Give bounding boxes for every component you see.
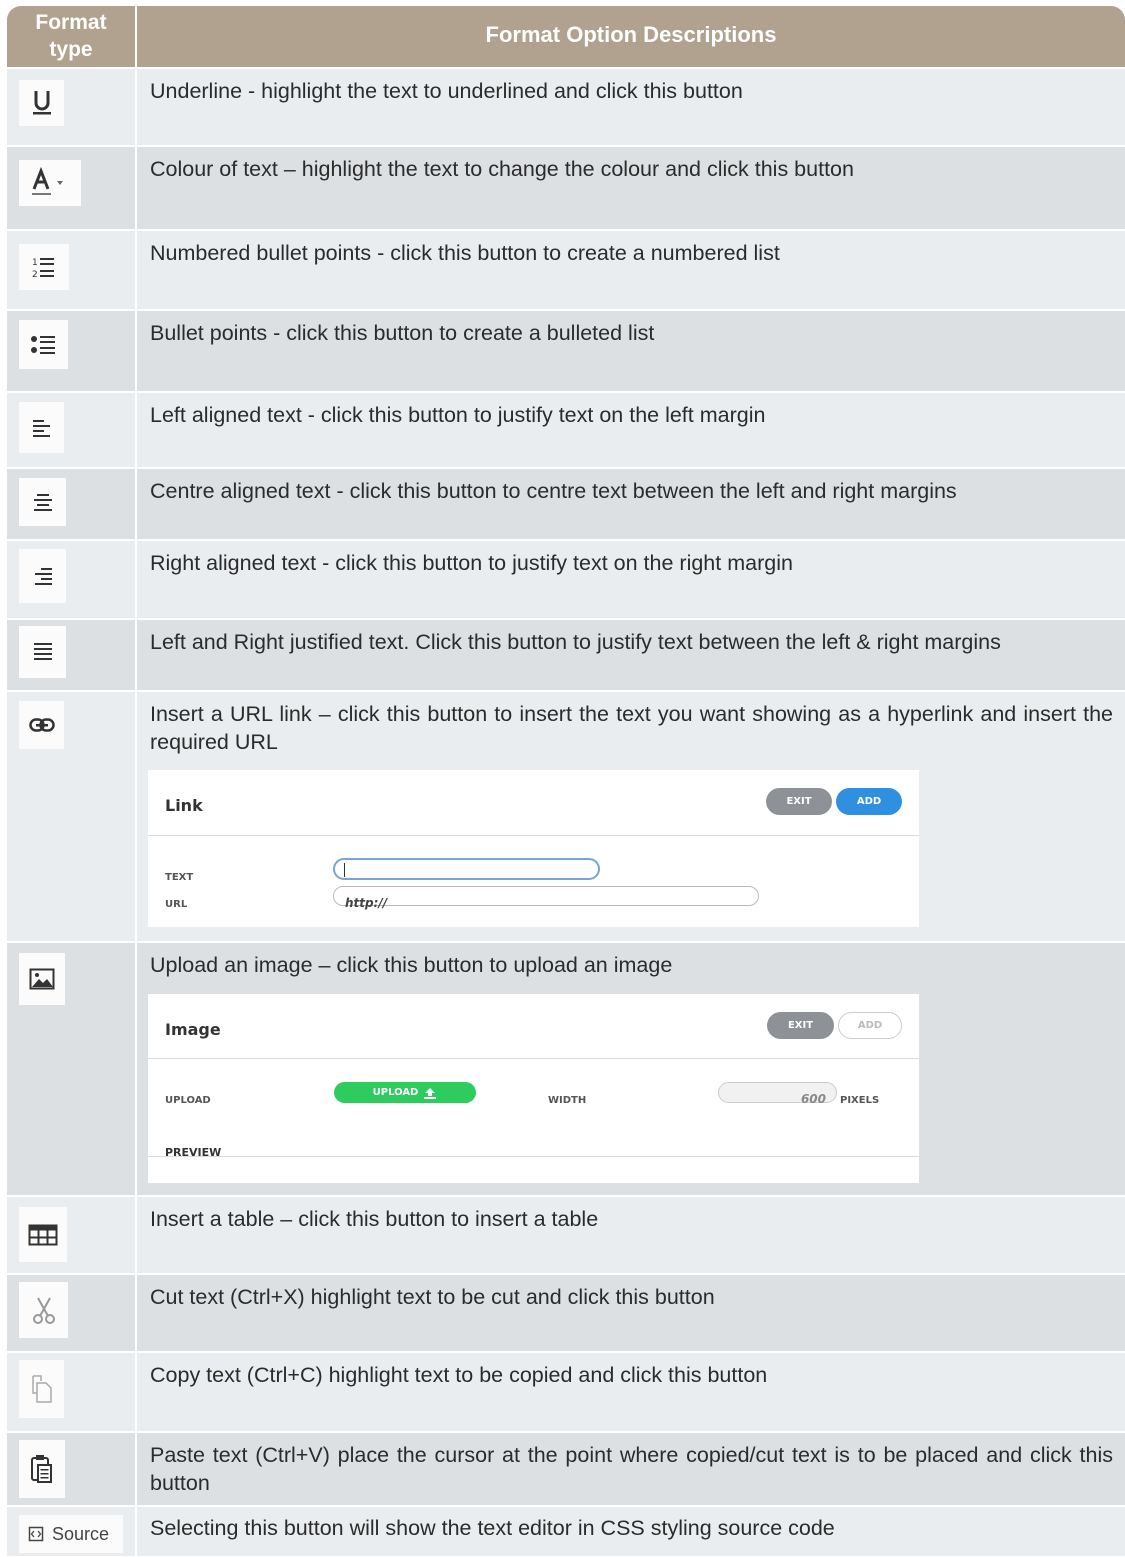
table-row: Colour of text – highlight the text to c… bbox=[7, 145, 1125, 229]
image-width-field[interactable]: 600 bbox=[718, 1082, 837, 1106]
image-dialog: Image EXIT ADD UPLOAD UPLOAD WIDTH 600 P… bbox=[148, 994, 919, 1183]
row-description: Colour of text – highlight the text to c… bbox=[150, 157, 854, 181]
link-url-label: URL bbox=[165, 899, 188, 910]
row-description: Bullet points - click this button to cre… bbox=[150, 321, 655, 345]
table-row: Paste text (Ctrl+V) place the cursor at … bbox=[7, 1431, 1125, 1505]
align-centre-icon[interactable] bbox=[19, 478, 66, 526]
link-url-field[interactable]: http:// bbox=[333, 886, 759, 910]
table-row: Copy text (Ctrl+C) highlight text to be … bbox=[7, 1351, 1125, 1431]
source-button-label: Source bbox=[52, 1523, 110, 1544]
image-width-unit: PIXELS bbox=[840, 1095, 880, 1106]
divider bbox=[148, 835, 919, 836]
table-row: Insert a table – click this button to in… bbox=[7, 1195, 1125, 1273]
row-description: Underline - highlight the text to underl… bbox=[150, 79, 743, 103]
image-upload-label: UPLOAD bbox=[165, 1095, 211, 1106]
copy-icon[interactable] bbox=[19, 1360, 64, 1418]
row-description: Left aligned text - click this button to… bbox=[150, 403, 766, 427]
link-add-button[interactable]: ADD bbox=[836, 788, 902, 815]
row-description: Numbered bullet points - click this butt… bbox=[150, 241, 780, 265]
format-options-table: Format type Format Option Descriptions Un… bbox=[7, 6, 1125, 1556]
row-description: Insert a table – click this button to in… bbox=[150, 1207, 599, 1231]
cut-icon[interactable] bbox=[19, 1282, 68, 1338]
link-exit-button[interactable]: EXIT bbox=[766, 788, 832, 815]
link-text-label: TEXT bbox=[165, 872, 194, 883]
table-row: Underline - highlight the text to underl… bbox=[7, 67, 1125, 145]
image-preview-label: PREVIEW bbox=[165, 1146, 222, 1159]
bulleted-list-icon[interactable] bbox=[19, 320, 68, 369]
row-description: Insert a URL link – click this button to… bbox=[150, 702, 1113, 754]
svg-text:1: 1 bbox=[32, 258, 38, 268]
table-row: Cut text (Ctrl+X) highlight text to be c… bbox=[7, 1273, 1125, 1351]
row-description: Paste text (Ctrl+V) place the cursor at … bbox=[150, 1443, 1113, 1495]
table-row: Right aligned text - click this button t… bbox=[7, 539, 1125, 618]
table-row: Upload an image – click this button to u… bbox=[7, 941, 1125, 1195]
source-icon bbox=[28, 1526, 44, 1542]
table-row: 12 Numbered bullet points - click this b… bbox=[7, 229, 1125, 309]
align-right-icon[interactable] bbox=[19, 549, 66, 603]
image-icon[interactable] bbox=[19, 953, 65, 1005]
table-header: Format type Format Option Descriptions bbox=[7, 6, 1125, 67]
underline-icon[interactable] bbox=[19, 80, 64, 126]
divider bbox=[148, 1156, 919, 1157]
link-icon[interactable] bbox=[19, 701, 64, 749]
table-icon[interactable] bbox=[19, 1207, 67, 1262]
link-text-field[interactable] bbox=[333, 858, 600, 880]
text-colour-icon[interactable] bbox=[19, 160, 81, 206]
row-description: Upload an image – click this button to u… bbox=[150, 953, 673, 977]
align-left-icon[interactable] bbox=[19, 402, 64, 453]
text-cursor bbox=[344, 863, 345, 877]
row-description: Copy text (Ctrl+C) highlight text to be … bbox=[150, 1363, 768, 1387]
link-dialog: Link EXIT ADD TEXT URL http:// bbox=[148, 770, 919, 927]
table-row: Insert a URL link – click this button to… bbox=[7, 690, 1125, 941]
table-row: Centre aligned text - click this button … bbox=[7, 467, 1125, 539]
link-url-value: http:// bbox=[345, 896, 388, 910]
svg-text:2: 2 bbox=[32, 270, 38, 280]
row-description-cell: Insert a URL link – click this button to… bbox=[137, 692, 1125, 941]
table-row: Source Selecting this button will show t… bbox=[7, 1505, 1125, 1556]
header-format-type: Format type bbox=[7, 6, 137, 67]
image-width-value: 600 bbox=[800, 1092, 826, 1106]
row-description: Cut text (Ctrl+X) highlight text to be c… bbox=[150, 1285, 715, 1309]
table-row: Left aligned text - click this button to… bbox=[7, 391, 1125, 467]
image-exit-button[interactable]: EXIT bbox=[767, 1012, 834, 1039]
divider bbox=[148, 1058, 919, 1059]
image-upload-button[interactable]: UPLOAD bbox=[334, 1082, 476, 1103]
upload-icon bbox=[424, 1087, 437, 1099]
header-descriptions: Format Option Descriptions bbox=[485, 22, 777, 47]
image-width-label: WIDTH bbox=[548, 1095, 587, 1106]
row-description: Centre aligned text - click this button … bbox=[150, 479, 957, 503]
image-dialog-title: Image bbox=[165, 1020, 221, 1039]
table-row: Left and Right justified text. Click thi… bbox=[7, 618, 1125, 690]
numbered-list-icon[interactable]: 12 bbox=[19, 244, 69, 290]
row-description: Left and Right justified text. Click thi… bbox=[150, 630, 1001, 654]
source-button[interactable]: Source bbox=[19, 1515, 123, 1553]
image-add-button: ADD bbox=[838, 1012, 902, 1039]
link-dialog-title: Link bbox=[165, 796, 203, 815]
paste-icon[interactable] bbox=[19, 1440, 65, 1498]
justify-icon[interactable] bbox=[19, 626, 66, 678]
row-description-cell: Upload an image – click this button to u… bbox=[137, 943, 1125, 1195]
row-description: Selecting this button will show the text… bbox=[150, 1516, 835, 1540]
row-description: Right aligned text - click this button t… bbox=[150, 551, 793, 575]
table-row: Bullet points - click this button to cre… bbox=[7, 309, 1125, 391]
